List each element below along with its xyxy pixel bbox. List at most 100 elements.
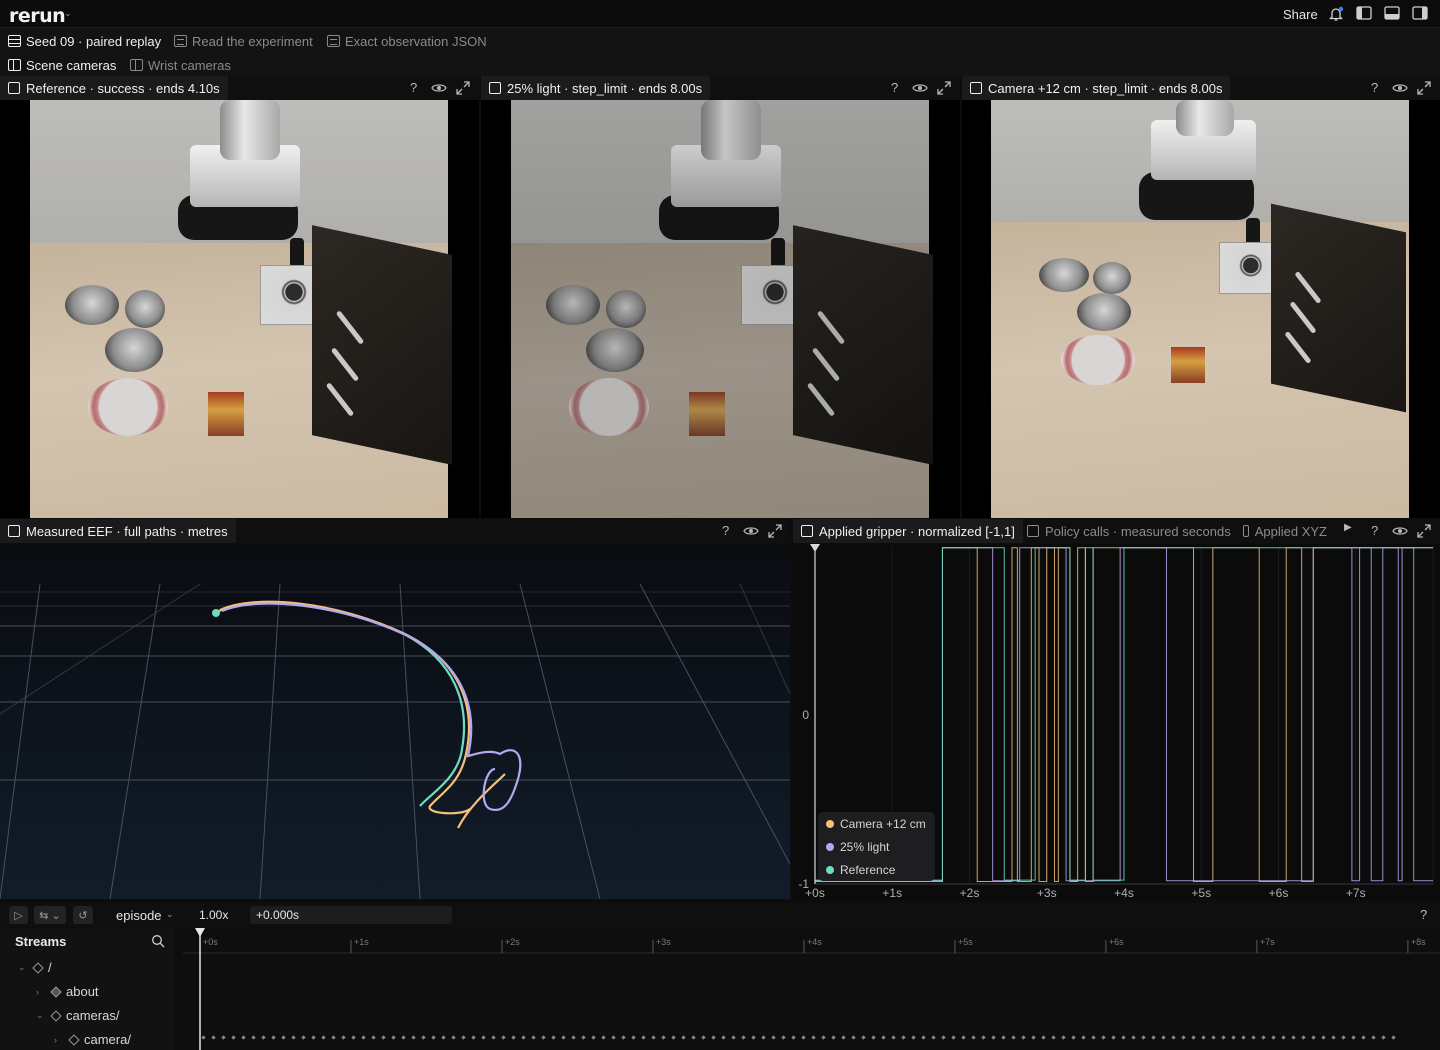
timeline-event-marker — [541, 1035, 546, 1040]
timeline-event-marker — [421, 1035, 426, 1040]
timeline-event-marker — [741, 1035, 746, 1040]
tab-applied-xyz[interactable]: Applied XYZ — [1235, 519, 1335, 543]
view-title-reference[interactable]: Reference · success · ends 4.10s — [0, 76, 228, 100]
tabs-scroll-right-icon[interactable]: ▶ — [1344, 522, 1352, 533]
timeline-tick-label: +5s — [958, 937, 973, 947]
tab-label: Exact observation JSON — [345, 33, 487, 49]
timeline-event-marker — [221, 1035, 226, 1040]
play-button[interactable]: ▷ — [9, 906, 28, 924]
tab-policy-calls[interactable]: Policy calls · measured seconds — [1019, 519, 1239, 543]
timeline-tick-label: +6s — [1109, 937, 1124, 947]
timeline-event-marker — [361, 1035, 366, 1040]
stream-item-cameras[interactable]: ⌄ cameras/ — [36, 1008, 119, 1023]
maximize-icon[interactable] — [937, 81, 951, 95]
chevron-right-icon[interactable]: › — [54, 1035, 64, 1045]
timeline-event-marker — [1191, 1035, 1196, 1040]
y-tick-label: 0 — [802, 708, 809, 722]
timeline-event-marker — [301, 1035, 306, 1040]
help-icon[interactable]: ? — [722, 523, 729, 538]
view-title-text: Applied XYZ — [1254, 523, 1327, 539]
tab-row-cameras: Scene cameras Wrist cameras — [0, 52, 1440, 76]
chevron-right-icon[interactable]: › — [36, 987, 46, 997]
app-menu-chevron-icon[interactable]: ⌄ — [64, 8, 72, 19]
help-icon[interactable]: ? — [1371, 80, 1378, 95]
view-2d-icon — [970, 82, 982, 94]
view-title-eef[interactable]: Measured EEF · full paths · metres — [0, 519, 236, 543]
share-button[interactable]: Share — [1283, 7, 1318, 22]
current-time-field[interactable]: +0.000s — [250, 906, 452, 924]
maximize-icon[interactable] — [1417, 524, 1431, 538]
playback-speed[interactable]: 1.00x — [193, 906, 243, 924]
eye-icon[interactable] — [1392, 525, 1408, 537]
timeline-event-marker — [1351, 1035, 1356, 1040]
left-panel-toggle-icon[interactable] — [1356, 6, 1372, 20]
rerun-logo[interactable]: rerun — [9, 5, 66, 27]
eye-icon[interactable] — [431, 82, 447, 94]
streams-panel: Streams ⌄ / › about ⌄ cameras/ › camera/ — [0, 928, 175, 1050]
maximize-icon[interactable] — [456, 81, 470, 95]
view-title-shifted[interactable]: Camera +12 cm · step_limit · ends 8.00s — [962, 76, 1231, 100]
stream-item-about[interactable]: › about — [36, 984, 99, 999]
follow-mode-dropdown[interactable]: ⇆ ⌄ — [34, 906, 66, 924]
stream-item-root[interactable]: ⌄ / — [18, 960, 52, 975]
timeline-event-marker — [381, 1035, 386, 1040]
timeline-event-marker — [521, 1035, 526, 1040]
tab-exact-observation-json[interactable]: Exact observation JSON — [323, 32, 491, 50]
time-cursor-handle[interactable] — [810, 544, 820, 552]
camera-view-shifted[interactable] — [962, 100, 1440, 518]
timeline-event-marker — [761, 1035, 766, 1040]
time-controls: ▷ ⇆ ⌄ ↺ episode ⌄ 1.00x +0.000s ? — [0, 903, 1440, 927]
camera-view-dim[interactable] — [481, 100, 960, 518]
legend-swatch — [826, 866, 834, 874]
loop-button[interactable]: ↺ — [73, 906, 93, 924]
timeline-event-marker — [1231, 1035, 1236, 1040]
view-3d-icon — [8, 525, 20, 537]
notification-bell-icon[interactable] — [1328, 6, 1344, 22]
timeline-selector[interactable]: episode — [116, 908, 162, 923]
view-header-reference: Reference · success · ends 4.10s ? — [0, 76, 479, 100]
timeline-event-marker — [581, 1035, 586, 1040]
search-icon[interactable] — [151, 934, 165, 948]
timeline-cursor-handle[interactable] — [195, 928, 205, 937]
help-icon[interactable]: ? — [1420, 907, 1427, 922]
camera-view-reference[interactable] — [0, 100, 479, 518]
chevron-down-icon[interactable]: ⌄ — [18, 962, 28, 973]
view-title-dim[interactable]: 25% light · step_limit · ends 8.00s — [481, 76, 711, 100]
tab-read-experiment[interactable]: Read the experiment — [170, 32, 317, 50]
stream-item-camera[interactable]: › camera/ — [54, 1032, 131, 1047]
timeline-panel[interactable]: +0s +1s +2s +3s +4s +5s +6s +7s +8s — [183, 928, 1440, 1050]
legend-item-camera[interactable]: Camera +12 cm — [826, 817, 926, 831]
help-icon[interactable]: ? — [410, 80, 417, 95]
chevron-down-icon[interactable]: ⌄ — [166, 909, 174, 920]
legend-item-reference[interactable]: Reference — [826, 863, 895, 877]
tab-applied-gripper[interactable]: Applied gripper · normalized [-1,1] — [793, 519, 1023, 543]
timeline-event-marker — [561, 1035, 566, 1040]
maximize-icon[interactable] — [768, 524, 782, 538]
x-tick-label: +5s — [1191, 886, 1211, 899]
timeline-event-marker — [651, 1035, 656, 1040]
tab-wrist-cameras[interactable]: Wrist cameras — [126, 56, 235, 74]
timeline-event-marker — [1011, 1035, 1016, 1040]
gripper-plot[interactable]: 0 -1 +0s +1s +2s +3s +4s +5s +6s +7s Camera +12 c… — [793, 544, 1440, 899]
timeline-event-marker — [1311, 1035, 1316, 1040]
right-panel-toggle-icon[interactable] — [1412, 6, 1428, 20]
timeline-event-marker — [1271, 1035, 1276, 1040]
legend-item-light[interactable]: 25% light — [826, 840, 889, 854]
eye-icon[interactable] — [1392, 82, 1408, 94]
eye-icon[interactable] — [912, 82, 928, 94]
eef-3d-view[interactable] — [0, 544, 790, 899]
tab-seed-09[interactable]: Seed 09 · paired replay — [4, 32, 165, 50]
timeline-event-marker — [681, 1035, 686, 1040]
chevron-down-icon[interactable]: ⌄ — [36, 1010, 46, 1021]
view-title-text: Measured EEF · full paths · metres — [26, 523, 228, 539]
eye-icon[interactable] — [743, 525, 759, 537]
timeline-event-marker — [271, 1035, 276, 1040]
help-icon[interactable]: ? — [891, 80, 898, 95]
help-icon[interactable]: ? — [1371, 523, 1378, 538]
timeline-event-marker — [371, 1035, 376, 1040]
tab-scene-cameras[interactable]: Scene cameras — [4, 56, 120, 74]
timeline-event-marker — [1331, 1035, 1336, 1040]
maximize-icon[interactable] — [1417, 81, 1431, 95]
bottom-panel-toggle-icon[interactable] — [1384, 6, 1400, 20]
timeline-event-marker — [1161, 1035, 1166, 1040]
